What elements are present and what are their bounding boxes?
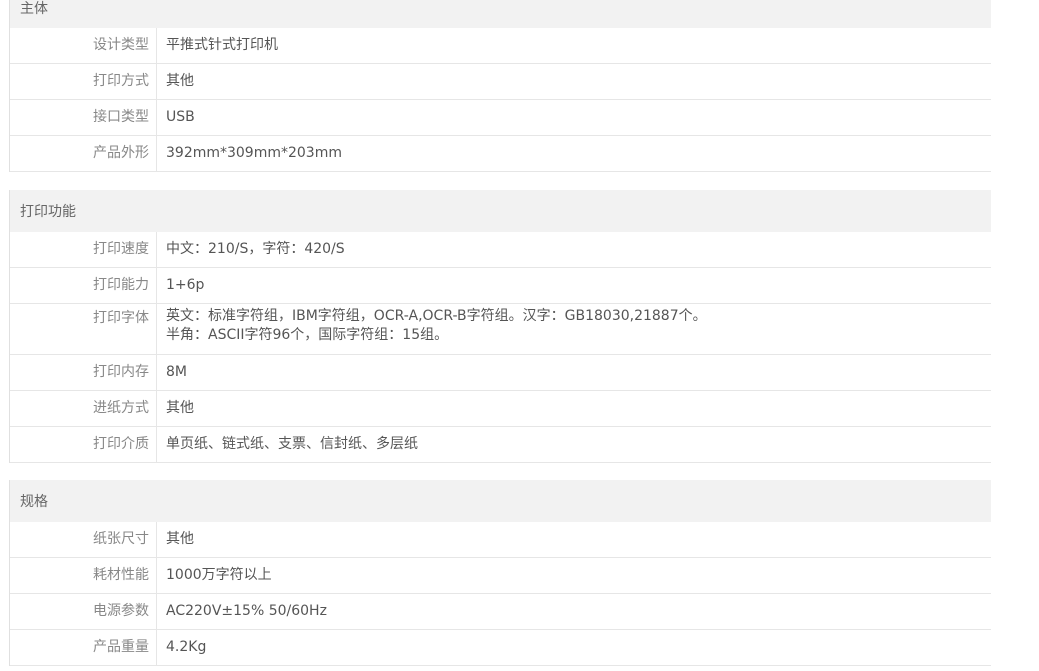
spec-value: 4.2Kg bbox=[166, 639, 207, 655]
spec-row-dimensions: 产品外形 392mm*309mm*203mm bbox=[10, 136, 991, 172]
section-title: 主体 bbox=[20, 0, 48, 17]
spec-value: AC220V±15% 50/60Hz bbox=[166, 603, 327, 619]
spec-value-line-1: 英文：标准字符组，IBM字符组，OCR-A,OCR-B字符组。汉字：GB1803… bbox=[166, 308, 707, 324]
spec-value: 英文：标准字符组，IBM字符组，OCR-A,OCR-B字符组。汉字：GB1803… bbox=[157, 304, 991, 354]
spec-label: 设计类型 bbox=[10, 28, 157, 63]
spec-row-print-memory: 打印内存 8M bbox=[10, 355, 991, 391]
spec-row-power: 电源参数 AC220V±15% 50/60Hz bbox=[10, 594, 991, 630]
spec-row-design-type: 设计类型 平推式针式打印机 bbox=[10, 28, 991, 64]
section-specs: 规格 纸张尺寸 其他 耗材性能 1000万字符以上 电源参数 AC220V±15… bbox=[9, 480, 991, 666]
spec-value: 8M bbox=[166, 364, 187, 380]
spec-label: 进纸方式 bbox=[10, 391, 157, 426]
spec-value: 1+6p bbox=[166, 277, 205, 293]
spec-label: 打印速度 bbox=[10, 232, 157, 267]
spec-row-print-speed: 打印速度 中文：210/S，字符：420/S bbox=[10, 232, 991, 268]
spec-label: 耗材性能 bbox=[10, 558, 157, 593]
spec-row-interface: 接口类型 USB bbox=[10, 100, 991, 136]
spec-row-print-capacity: 打印能力 1+6p bbox=[10, 268, 991, 304]
spec-value: 中文：210/S，字符：420/S bbox=[166, 241, 345, 257]
section-print-functions: 打印功能 打印速度 中文：210/S，字符：420/S 打印能力 1+6p 打印… bbox=[9, 190, 991, 463]
spec-label: 产品外形 bbox=[10, 136, 157, 171]
spec-row-print-fonts: 打印字体 英文：标准字符组，IBM字符组，OCR-A,OCR-B字符组。汉字：G… bbox=[10, 304, 991, 355]
spec-value-line-2: 半角：ASCII字符96个，国际字符组：15组。 bbox=[166, 327, 449, 343]
spec-row-weight: 产品重量 4.2Kg bbox=[10, 630, 991, 666]
spec-label: 打印方式 bbox=[10, 64, 157, 99]
spec-page: 主体 设计类型 平推式针式打印机 打印方式 其他 接口类型 USB 产品外形 3… bbox=[0, 0, 1039, 671]
spec-value: 其他 bbox=[166, 73, 194, 89]
spec-label: 打印介质 bbox=[10, 427, 157, 462]
spec-row-print-method: 打印方式 其他 bbox=[10, 64, 991, 100]
spec-label: 电源参数 bbox=[10, 594, 157, 629]
spec-row-paper-feed: 进纸方式 其他 bbox=[10, 391, 991, 427]
section-title: 打印功能 bbox=[20, 204, 76, 220]
spec-value: 1000万字符以上 bbox=[166, 567, 272, 583]
spec-value: 392mm*309mm*203mm bbox=[166, 145, 342, 161]
spec-label: 纸张尺寸 bbox=[10, 522, 157, 557]
spec-value: USB bbox=[166, 109, 195, 125]
spec-label: 打印能力 bbox=[10, 268, 157, 303]
spec-value: 其他 bbox=[166, 400, 194, 416]
spec-label: 接口类型 bbox=[10, 100, 157, 135]
spec-row-consumables: 耗材性能 1000万字符以上 bbox=[10, 558, 991, 594]
spec-value: 平推式针式打印机 bbox=[166, 37, 278, 53]
spec-value: 单页纸、链式纸、支票、信封纸、多层纸 bbox=[166, 436, 418, 452]
section-title: 规格 bbox=[20, 494, 48, 510]
spec-row-print-media: 打印介质 单页纸、链式纸、支票、信封纸、多层纸 bbox=[10, 427, 991, 463]
spec-label: 打印内存 bbox=[10, 355, 157, 390]
spec-row-paper-size: 纸张尺寸 其他 bbox=[10, 522, 991, 558]
section-header: 主体 bbox=[10, 0, 991, 28]
spec-label: 打印字体 bbox=[10, 304, 157, 354]
section-main: 主体 设计类型 平推式针式打印机 打印方式 其他 接口类型 USB 产品外形 3… bbox=[9, 0, 991, 172]
spec-label: 产品重量 bbox=[10, 630, 157, 665]
spec-value: 其他 bbox=[166, 531, 194, 547]
section-header: 规格 bbox=[10, 480, 991, 522]
section-header: 打印功能 bbox=[10, 190, 991, 232]
